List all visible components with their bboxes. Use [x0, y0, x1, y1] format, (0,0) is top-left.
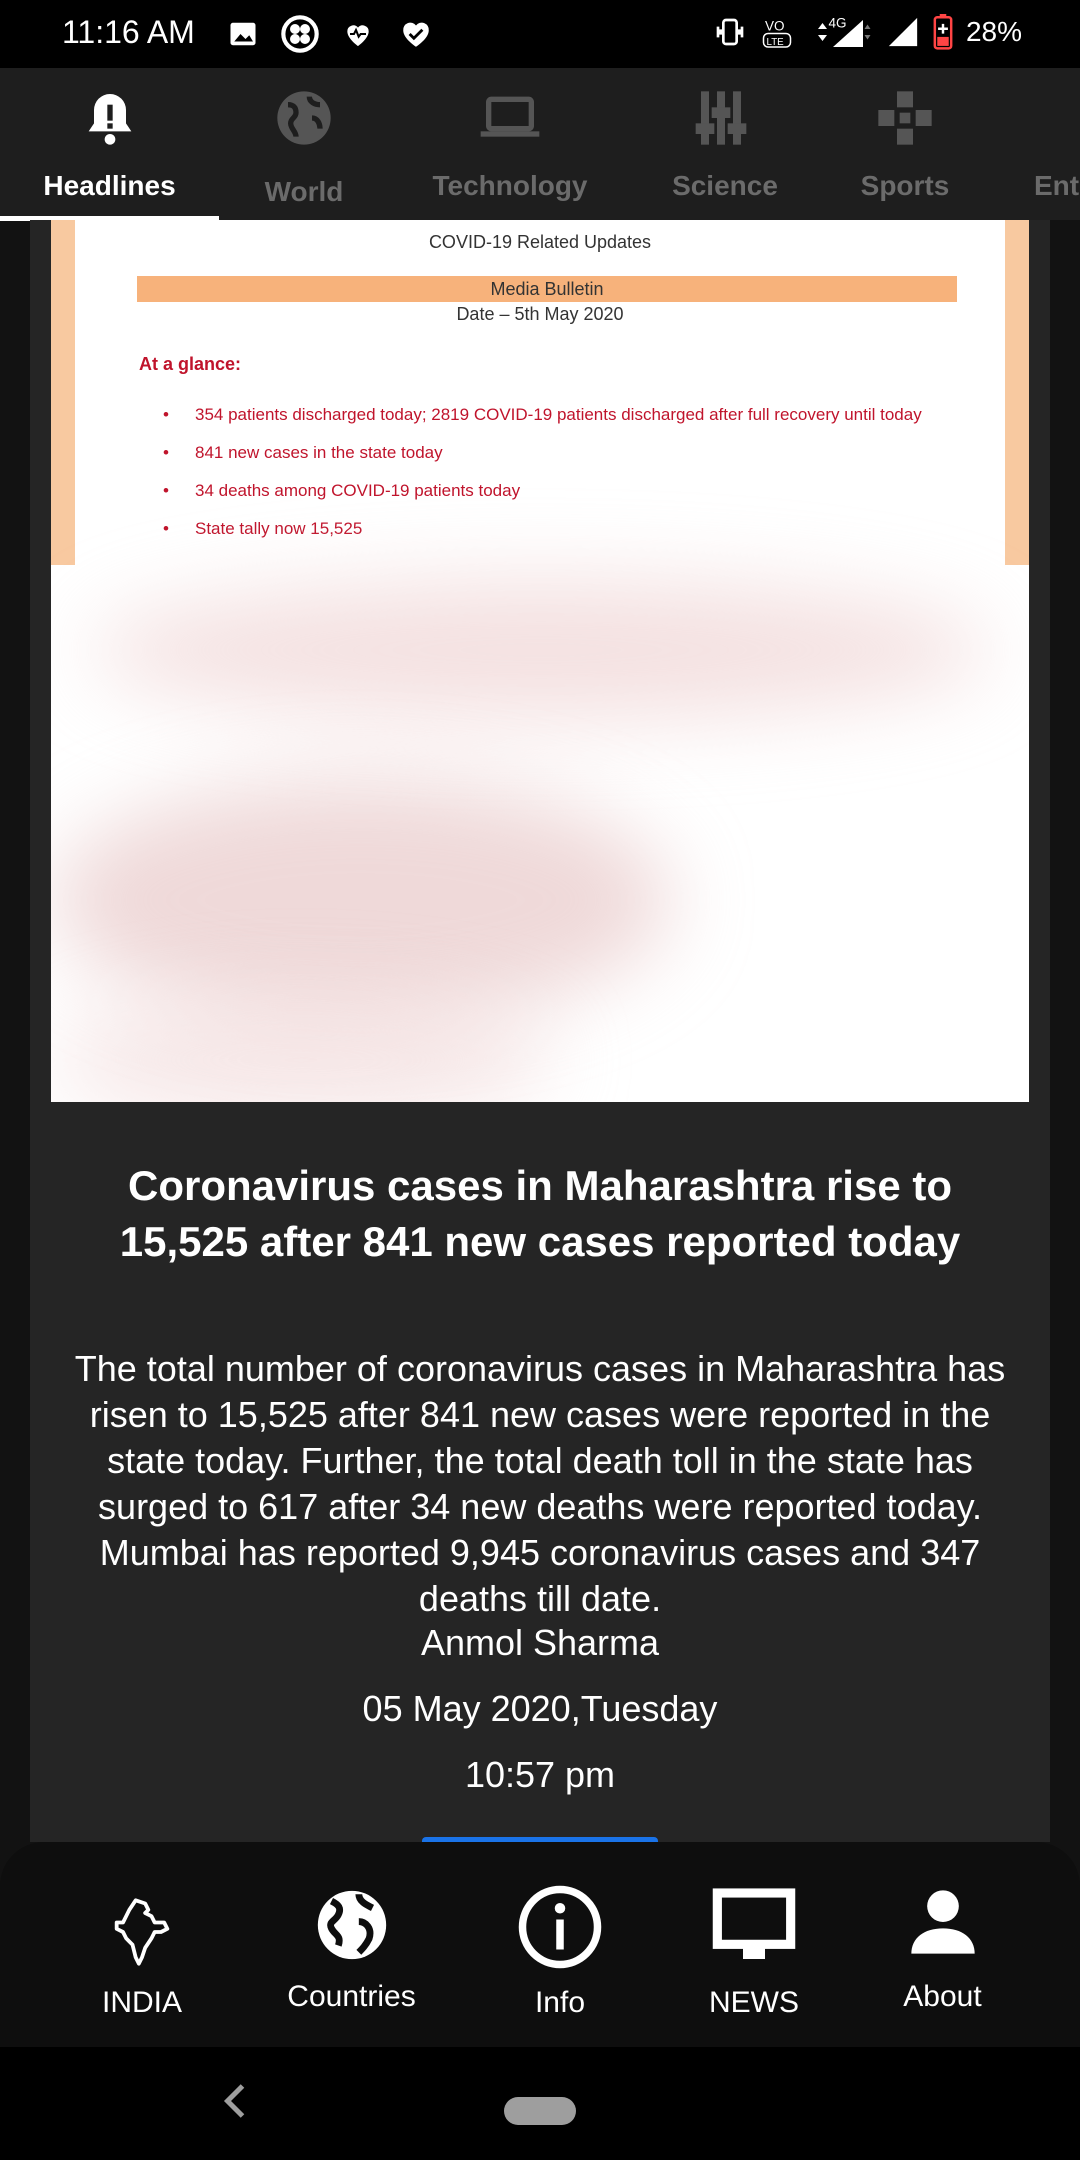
bulletin-item: State tally now 15,525 [163, 514, 963, 544]
svg-text:LTE: LTE [766, 37, 784, 48]
heart-pulse-icon [347, 25, 369, 46]
image-border [51, 220, 75, 565]
vibrate-icon [716, 18, 744, 46]
home-pill[interactable] [504, 2097, 576, 2125]
article-date: 05 May 2020,Tuesday [362, 1688, 718, 1729]
tab-label: Headlines [43, 170, 176, 201]
bulletin-list: 354 patients discharged today; 2819 COVI… [163, 400, 963, 552]
tab-headlines[interactable]: Headlines [0, 68, 219, 220]
nav-india[interactable]: INDIA [82, 1842, 202, 2047]
nav-countries[interactable]: Countries [280, 1842, 423, 2047]
article-author: Anmol Sharma [420, 1622, 660, 1663]
status-bar: 11:16 AM VO LTE 4G 28% [0, 0, 1080, 68]
article-image[interactable]: COVID-19 Related Updates Media Bulletin … [51, 220, 1029, 1102]
bulletin-item: 354 patients discharged today; 2819 COVI… [163, 400, 963, 430]
category-tabs: Headlines World Technology Science Sport… [0, 68, 1080, 221]
battery-percent: 28% [965, 16, 1022, 47]
signal-icon [888, 17, 918, 47]
globe-icon [277, 91, 331, 145]
tab-label: Sports [860, 170, 950, 201]
nav-label: INDIA [101, 1986, 182, 2019]
back-icon[interactable] [220, 2081, 250, 2121]
nav-label: Info [534, 1986, 586, 2019]
bulletin-item: 34 deaths among COVID-19 patients today [163, 476, 963, 506]
tab-sports[interactable]: Sports [830, 68, 980, 220]
nav-label: NEWS [709, 1986, 799, 2019]
nav-label: Countries [287, 1980, 416, 2013]
tab-technology[interactable]: Technology [405, 68, 615, 220]
blurred-region [91, 580, 991, 720]
volte-icon: VO LTE [762, 19, 792, 48]
fan-icon [281, 15, 319, 53]
globe-icon [317, 1890, 386, 1960]
tab-science[interactable]: Science [645, 68, 805, 220]
article-time: 10:57 pm [464, 1754, 616, 1795]
media-bulletin: COVID-19 Related Updates Media Bulletin … [75, 220, 1005, 565]
svg-text:VO: VO [765, 19, 785, 34]
status-time: 11:16 AM [62, 14, 195, 50]
gamepad-icon [878, 91, 932, 145]
tab-label: Technology [432, 170, 588, 201]
bulletin-date: Date – 5th May 2020 [456, 304, 624, 324]
image-border [1005, 220, 1029, 565]
blurred-region [51, 780, 671, 1020]
tab-label: World [264, 176, 344, 207]
bottom-navigation: INDIA Countries Info NEWS About [0, 1842, 1080, 2047]
article-summary: The total number of coronavirus cases in… [74, 1348, 1006, 1619]
bulletin-at-a-glance: At a glance: [139, 354, 242, 374]
bell-icon [88, 94, 131, 145]
notification-icons [228, 14, 436, 54]
sliders-icon [695, 91, 747, 145]
tab-entertainment[interactable]: Ent [1020, 68, 1080, 220]
india-map-icon [114, 1898, 170, 1966]
nav-about[interactable]: About [880, 1842, 1005, 2047]
monitor-icon [712, 1888, 796, 1959]
bulletin-title: Media Bulletin [137, 276, 957, 302]
image-icon [230, 22, 256, 46]
article-headline: Coronavirus cases in Maharashtra rise to… [119, 1162, 961, 1265]
tab-world[interactable]: World [219, 68, 389, 220]
bulletin-item: 841 new cases in the state today [163, 438, 963, 468]
system-status-icons: VO LTE 4G 28% [710, 14, 1022, 50]
person-icon [910, 1890, 975, 1954]
info-icon [518, 1885, 602, 1969]
blurred-region [51, 1000, 551, 1102]
article-card[interactable]: COVID-19 Related Updates Media Bulletin … [30, 220, 1050, 1845]
heart-check-icon [403, 22, 429, 47]
tab-label: Science [672, 170, 778, 201]
battery-icon [933, 14, 953, 50]
nav-news[interactable]: NEWS [690, 1842, 818, 2047]
nav-info[interactable]: Info [502, 1842, 618, 2047]
tab-label: Ent [1034, 170, 1080, 201]
nav-label: About [903, 1980, 982, 2013]
signal-4g-icon: 4G [817, 16, 871, 47]
laptop-icon [480, 96, 540, 137]
svg-text:4G: 4G [828, 16, 846, 31]
bulletin-header: COVID-19 Related Updates [428, 232, 652, 252]
